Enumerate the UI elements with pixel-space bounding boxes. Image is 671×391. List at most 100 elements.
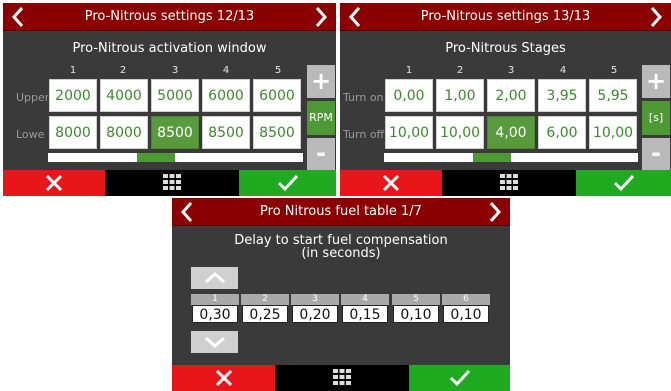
table-cell[interactable]: 8500	[253, 116, 301, 149]
table-cell-selected[interactable]: 4,00	[487, 116, 535, 149]
plus-icon: +	[310, 67, 332, 95]
grid-menu-icon	[163, 174, 181, 190]
page-title: Pro-Nitrous settings 13/13	[420, 9, 591, 24]
cell-index: 5	[392, 294, 440, 305]
table-cell[interactable]: 8000	[49, 116, 97, 149]
section-heading: Pro-Nitrous activation window	[72, 41, 267, 56]
bottom-bar	[340, 170, 671, 196]
table-cell[interactable]: 10,00	[385, 116, 433, 149]
menu-button[interactable]	[105, 170, 239, 196]
table-cell[interactable]: 5,95	[589, 79, 637, 112]
increment-down-button[interactable]	[191, 331, 238, 353]
cell-value: 0,25	[242, 305, 288, 323]
fuel-cell[interactable]: 2 0,25	[241, 294, 289, 324]
checkmark-icon	[613, 174, 634, 192]
decrease-button[interactable]: -	[307, 138, 335, 171]
unit-button[interactable]: [s]	[642, 101, 670, 135]
column-number: 4	[559, 65, 567, 76]
close-icon	[382, 174, 400, 192]
table-cell[interactable]: 2000	[49, 79, 97, 112]
section-subheading: (in seconds)	[301, 246, 381, 261]
fuel-cell-selected[interactable]: 1 0,30	[191, 294, 239, 324]
nitrous-settings-screen-13: Pro-Nitrous settings 13/13 Pro-Nitrous S…	[340, 3, 671, 196]
nitrous-settings-screen-12: Pro-Nitrous settings 12/13 Pro-Nitrous a…	[3, 3, 336, 196]
minus-icon: -	[651, 139, 661, 167]
increment-up-button[interactable]	[191, 267, 238, 289]
fuel-cell[interactable]: 4 0,15	[341, 294, 389, 324]
decrease-button[interactable]: -	[642, 138, 670, 171]
fuel-cell[interactable]: 6 0,10	[442, 294, 490, 324]
column-number: 2	[119, 65, 127, 76]
title-bar: Pro-Nitrous settings 12/13	[3, 3, 336, 31]
confirm-button[interactable]	[239, 170, 336, 196]
cell-index: 3	[291, 294, 339, 305]
column-number: 2	[456, 65, 464, 76]
table-cell[interactable]: 8000	[100, 116, 148, 149]
chevron-right-icon	[489, 202, 502, 222]
checkmark-icon	[277, 174, 298, 192]
minus-icon: -	[316, 139, 326, 167]
column-number: 5	[610, 65, 618, 76]
table-cell[interactable]: 6000	[202, 79, 250, 112]
next-page-button[interactable]	[643, 3, 669, 30]
chevron-down-icon	[204, 336, 225, 348]
confirm-button[interactable]	[409, 365, 510, 391]
row-label: Turn off	[343, 128, 385, 141]
row-label: Turn on	[343, 91, 384, 104]
cell-value: 0,10	[393, 305, 439, 323]
cell-value: 0,20	[292, 305, 338, 323]
table-cell[interactable]: 6000	[253, 79, 301, 112]
next-page-button[interactable]	[482, 198, 508, 225]
column-number: 1	[69, 65, 77, 76]
plus-icon: +	[645, 67, 667, 95]
scrollbar-thumb[interactable]	[473, 153, 511, 162]
row-label: Upper	[16, 91, 48, 104]
column-number: 3	[171, 65, 179, 76]
fuel-cell[interactable]: 5 0,10	[392, 294, 440, 324]
table-cell[interactable]: 6,00	[538, 116, 586, 149]
confirm-button[interactable]	[576, 170, 671, 196]
table-cell[interactable]: 2,00	[487, 79, 535, 112]
cell-value: 0,15	[342, 305, 388, 323]
table-cell-selected[interactable]: 8500	[151, 116, 199, 149]
cancel-button[interactable]	[172, 365, 275, 391]
cell-value: 0,10	[443, 305, 489, 323]
cell-index: 4	[341, 294, 389, 305]
horizontal-scrollbar[interactable]	[384, 153, 638, 162]
table-cell[interactable]: 10,00	[589, 116, 637, 149]
cell-index: 2	[241, 294, 289, 305]
menu-button[interactable]	[275, 365, 409, 391]
increase-button[interactable]: +	[642, 65, 670, 98]
close-icon	[215, 369, 232, 387]
table-cell[interactable]: 10,00	[436, 116, 484, 149]
unit-button[interactable]: RPM	[307, 101, 335, 135]
chevron-up-icon	[204, 272, 225, 284]
title-bar: Pro-Nitrous settings 13/13	[340, 3, 671, 31]
bottom-bar	[172, 365, 510, 391]
fuel-cell[interactable]: 3 0,20	[291, 294, 339, 324]
table-cell[interactable]: 4000	[100, 79, 148, 112]
column-number: 4	[222, 65, 230, 76]
row-label: Lowe	[16, 128, 45, 141]
cancel-button[interactable]	[340, 170, 442, 196]
table-cell[interactable]: 0,00	[385, 79, 433, 112]
cell-index: 1	[191, 294, 239, 305]
column-number: 5	[274, 65, 282, 76]
table-cell[interactable]: 8500	[202, 116, 250, 149]
horizontal-scrollbar[interactable]	[48, 153, 303, 162]
menu-button[interactable]	[442, 170, 576, 196]
table-cell[interactable]: 1,00	[436, 79, 484, 112]
column-number: 1	[405, 65, 413, 76]
next-page-button[interactable]	[308, 3, 334, 30]
cell-value: 0,30	[192, 305, 238, 323]
page-title: Pro Nitrous fuel table 1/7	[260, 204, 422, 219]
section-heading: Pro-Nitrous Stages	[445, 41, 566, 56]
table-cell[interactable]: 5000	[151, 79, 199, 112]
cancel-button[interactable]	[3, 170, 105, 196]
increase-button[interactable]: +	[307, 65, 335, 98]
table-cell[interactable]: 3,95	[538, 79, 586, 112]
bottom-bar	[3, 170, 336, 196]
scrollbar-thumb[interactable]	[137, 153, 175, 162]
cell-index: 6	[442, 294, 490, 305]
fuel-table-screen: Pro Nitrous fuel table 1/7 Delay to star…	[172, 198, 510, 391]
